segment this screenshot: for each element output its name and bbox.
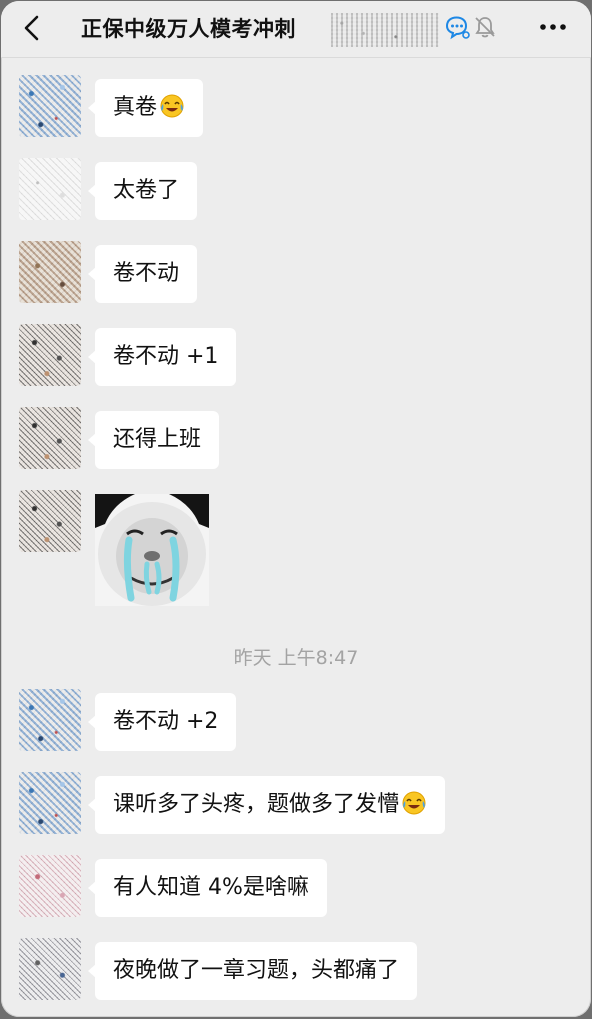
message-bubble[interactable]: 夜晚做了一章习题，头都痛了 (87, 942, 418, 1000)
message-timestamp: 昨天 上午8:47 (233, 647, 359, 669)
avatar[interactable] (19, 855, 81, 917)
message-bubble[interactable]: 卷不动 +1 (87, 328, 237, 386)
message-text: 太卷了 (113, 178, 180, 203)
avatar[interactable] (19, 407, 81, 469)
message-bubble[interactable]: 有人知道 4%是啥嘛 (88, 859, 327, 917)
chat-search-icon[interactable] (443, 13, 471, 41)
message-row: 太卷了 (1, 158, 591, 222)
chat-screen: 正保中级万人模考冲刺 真卷 太卷了 卷不动 卷不动 +1 还得上班 昨天 上午8… (1, 1, 591, 1017)
avatar[interactable] (19, 158, 81, 220)
message-text: 夜晚做了一章习题，头都痛了 (113, 958, 400, 983)
message-text: 卷不动 +2 (113, 709, 219, 734)
message-row: 卷不动 +1 (1, 324, 591, 388)
message-row: 真卷 (1, 75, 591, 139)
chat-title: 正保中级万人模考冲刺 (81, 17, 296, 41)
message-bubble[interactable]: 还得上班 (87, 411, 220, 469)
crying-panda-sticker-icon[interactable] (95, 494, 209, 606)
message-text: 卷不动 (113, 261, 180, 286)
message-bubble[interactable]: 太卷了 (87, 162, 198, 220)
message-text: 真卷 (113, 95, 158, 120)
avatar[interactable] (19, 324, 81, 386)
message-bubble[interactable]: 卷不动 +2 (87, 693, 237, 751)
avatar[interactable] (19, 75, 81, 137)
message-row (1, 490, 591, 608)
message-text: 还得上班 (113, 427, 202, 452)
message-text: 卷不动 +1 (113, 344, 219, 369)
bell-off-icon (475, 17, 495, 38)
avatar[interactable] (19, 772, 81, 834)
laugh-cry-emoji-icon (402, 791, 426, 815)
message-text: 课听多了头疼，题做多了发懵 (113, 792, 400, 817)
message-row: 卷不动 (1, 241, 591, 305)
laugh-cry-emoji-icon (160, 94, 184, 118)
message-row: 夜晚做了一章习题，头都痛了 (1, 938, 591, 1002)
message-bubble[interactable]: 真卷 (87, 79, 204, 137)
message-row: 课听多了头疼，题做多了发懵 (1, 772, 591, 836)
message-row: 还得上班 (1, 407, 591, 471)
avatar[interactable] (19, 490, 81, 552)
message-row: 有人知道 4%是啥嘛 (1, 855, 591, 919)
avatar[interactable] (19, 938, 81, 1000)
chevron-left-icon[interactable] (19, 13, 47, 43)
avatar[interactable] (19, 241, 81, 303)
message-bubble[interactable]: 课听多了头疼，题做多了发懵 (87, 776, 446, 834)
more-dots-icon[interactable] (537, 13, 569, 41)
message-bubble[interactable]: 卷不动 (87, 245, 198, 303)
nav-bar: 正保中级万人模考冲刺 (1, 1, 591, 58)
message-text: 有人知道 4%是啥嘛 (113, 875, 309, 900)
redacted-title-overlay (331, 13, 439, 47)
message-row: 卷不动 +2 (1, 689, 591, 753)
avatar[interactable] (19, 689, 81, 751)
